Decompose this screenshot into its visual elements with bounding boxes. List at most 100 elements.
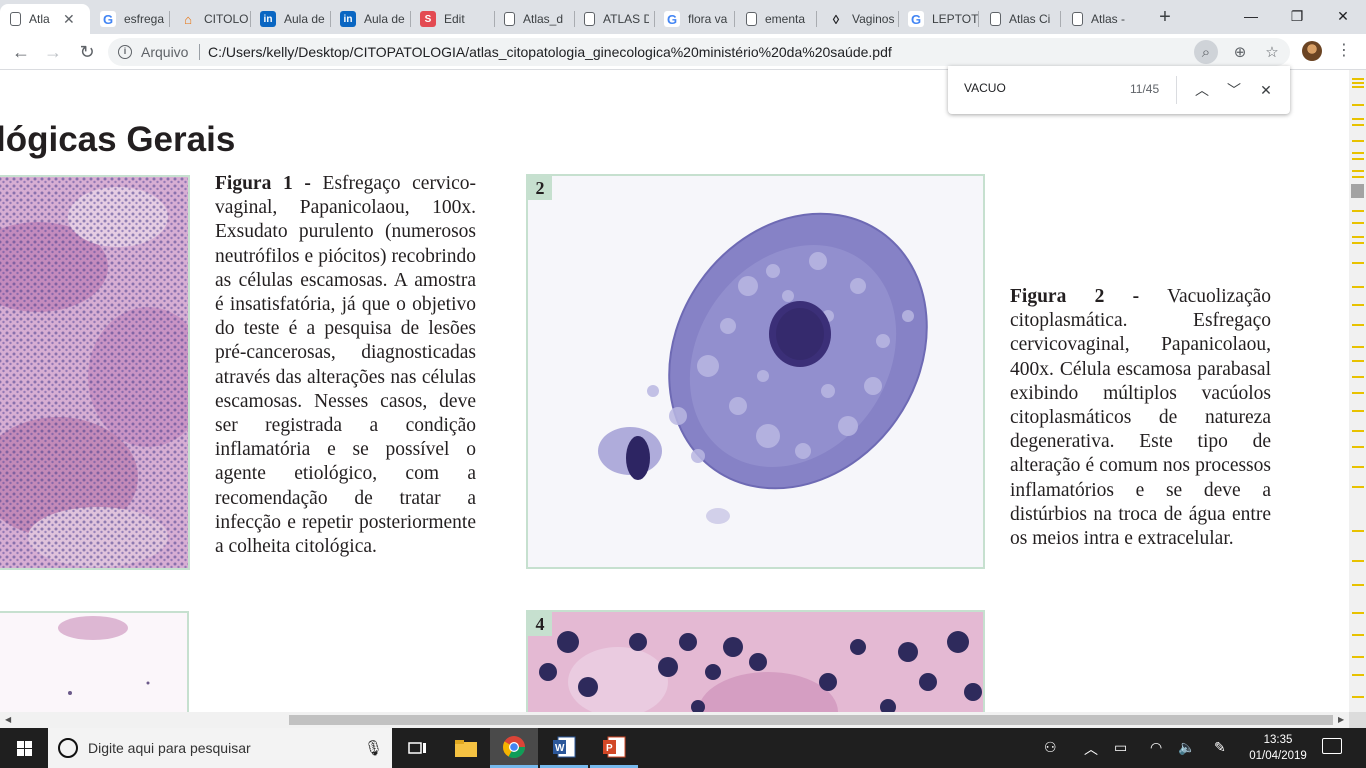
google-icon: G xyxy=(100,11,116,27)
close-window-button[interactable]: ✕ xyxy=(1320,0,1366,32)
find-input[interactable]: VACUO xyxy=(964,81,1006,95)
tab-aula-de-2[interactable]: in Aula de xyxy=(330,4,410,34)
pdf-viewport[interactable]: lógicas Gerais Figura 1 - Esfregaço cerv… xyxy=(0,70,1349,712)
pdf-file-icon xyxy=(746,12,757,26)
info-icon[interactable]: i xyxy=(118,45,132,59)
forward-button[interactable]: → xyxy=(40,39,66,65)
task-view-button[interactable] xyxy=(394,728,442,768)
page-title: lógicas Gerais xyxy=(0,120,236,159)
tab-citolo[interactable]: ⌂ CITOLO xyxy=(170,4,250,34)
people-icon[interactable]: ⚇ xyxy=(1044,739,1057,756)
tab-atlas-ci[interactable]: Atlas Ci xyxy=(980,4,1060,34)
clock-date: 01/04/2019 xyxy=(1249,750,1307,762)
tab-label: Atlas_d xyxy=(523,12,564,26)
windows-taskbar: Digite aqui para pesquisar 🎙 W P ⚇ ︿ ▭ ◠… xyxy=(0,728,1366,768)
reload-button[interactable]: ↻ xyxy=(74,39,100,65)
figure-2-image: 2 xyxy=(526,174,985,569)
wifi-icon[interactable]: ◠ xyxy=(1150,739,1162,756)
find-match-count: 11/45 xyxy=(1130,82,1160,96)
tab-label: Aula de xyxy=(364,12,405,26)
address-bar[interactable]: i Arquivo C:/Users/kelly/Desktop/CITOPAT… xyxy=(108,38,1290,66)
avatar[interactable] xyxy=(1302,41,1322,61)
tab-leptot[interactable]: G LEPTOT xyxy=(898,4,978,34)
scheme-label: Arquivo xyxy=(141,44,189,60)
tab-esfrega[interactable]: G esfrega xyxy=(90,4,168,34)
tab-label: Aula de xyxy=(284,12,325,26)
horizontal-scroll-thumb[interactable] xyxy=(289,715,1333,725)
tab-label: Atlas Ci xyxy=(1009,12,1051,26)
figure-1-image xyxy=(0,175,190,570)
tab-label: Edit xyxy=(444,12,465,26)
taskbar-search[interactable]: Digite aqui para pesquisar 🎙 xyxy=(48,728,392,768)
figure-2-micrograph xyxy=(528,176,983,567)
pen-icon[interactable]: ✎ xyxy=(1214,739,1226,756)
figure-4-micrograph xyxy=(528,612,983,712)
figure-1-label: Figura 1 - xyxy=(215,173,311,194)
battery-icon[interactable]: ▭ xyxy=(1114,739,1127,756)
folder-icon xyxy=(455,740,477,757)
word-icon: W xyxy=(553,736,576,757)
find-close-button[interactable]: ✕ xyxy=(1254,78,1278,102)
chevron-up-icon[interactable]: ︿ xyxy=(1084,739,1098,759)
find-previous-button[interactable]: ︿ xyxy=(1190,78,1214,102)
tab-strip: Atla ✕ G esfrega ⌂ CITOLO in Aula de in … xyxy=(0,0,1366,34)
figure-2-caption: Figura 2 - Vacuolização citoplasmática. … xyxy=(1010,285,1271,551)
drop-icon: ◊ xyxy=(832,11,840,27)
notification-icon[interactable] xyxy=(1322,738,1342,754)
figure-1-caption: Figura 1 - Esfregaço cervico-vaginal, Pa… xyxy=(215,172,476,559)
tab-atlas-d-2[interactable]: ATLAS D xyxy=(574,4,654,34)
vertical-scrollbar[interactable] xyxy=(1349,70,1366,712)
start-button[interactable] xyxy=(0,728,48,768)
find-icon[interactable]: ⌕ xyxy=(1194,40,1218,64)
microphone-icon[interactable]: 🎙 xyxy=(364,739,383,757)
figure-1-micrograph xyxy=(0,177,188,568)
figure-2-label: Figura 2 - xyxy=(1010,286,1140,307)
figure-3-image xyxy=(0,611,189,712)
clock[interactable]: 13:35 01/04/2019 xyxy=(1248,732,1308,764)
browser-toolbar: ← → ↻ i Arquivo C:/Users/kelly/Desktop/C… xyxy=(0,34,1366,70)
find-bar: VACUO 11/45 ︿ ﹀ ✕ xyxy=(948,66,1290,114)
powerpoint-button[interactable]: P xyxy=(590,728,638,768)
figure-1-text: Esfregaço cervico-vaginal, Papanicolaou,… xyxy=(215,173,477,558)
chrome-icon xyxy=(503,735,525,758)
tab-flora-va[interactable]: G flora va xyxy=(654,4,734,34)
find-next-button[interactable]: ﹀ xyxy=(1222,78,1246,102)
tab-ementa[interactable]: ementa xyxy=(736,4,816,34)
word-button[interactable]: W xyxy=(540,728,588,768)
bookmark-star-icon[interactable]: ☆ xyxy=(1260,40,1284,64)
volume-icon[interactable]: 🔈 xyxy=(1178,739,1195,756)
scroll-left-arrow[interactable]: ◀ xyxy=(5,715,11,724)
cortana-icon xyxy=(58,738,78,758)
google-icon: G xyxy=(908,11,924,27)
pdf-file-icon xyxy=(990,12,1001,26)
tab-label: Atlas - xyxy=(1091,12,1126,26)
figure-2-number: 2 xyxy=(528,176,552,200)
close-icon[interactable]: ✕ xyxy=(63,11,75,28)
pdf-file-icon xyxy=(584,12,595,26)
minimize-button[interactable]: ― xyxy=(1228,0,1274,32)
url-text[interactable]: C:/Users/kelly/Desktop/CITOPATOLOGIA/atl… xyxy=(208,44,892,60)
tab-label: CITOLO xyxy=(204,12,249,26)
zoom-icon[interactable]: ⊕ xyxy=(1228,40,1252,64)
search-placeholder: Digite aqui para pesquisar xyxy=(88,740,251,756)
pdf-file-icon xyxy=(504,12,515,26)
powerpoint-icon: P xyxy=(603,736,626,757)
menu-icon[interactable]: ⋮ xyxy=(1336,40,1352,64)
tab-atla[interactable]: Atla ✕ xyxy=(0,4,90,34)
figure-4-number: 4 xyxy=(528,612,552,636)
file-explorer-button[interactable] xyxy=(442,728,490,768)
new-tab-button[interactable]: + xyxy=(1154,6,1176,28)
tab-aula-de-1[interactable]: in Aula de xyxy=(250,4,330,34)
vertical-scroll-thumb[interactable] xyxy=(1351,184,1364,198)
scroll-right-arrow[interactable]: ▶ xyxy=(1338,715,1344,724)
tab-atlas[interactable]: Atlas - xyxy=(1062,4,1142,34)
back-button[interactable]: ← xyxy=(8,39,34,65)
tab-atlas-d-1[interactable]: Atlas_d xyxy=(494,4,574,34)
linkedin-icon: in xyxy=(260,11,276,27)
maximize-button[interactable]: ❐ xyxy=(1274,0,1320,32)
tab-edit[interactable]: S Edit xyxy=(410,4,494,34)
tab-vaginos[interactable]: ◊ Vaginos xyxy=(818,4,898,34)
figure-3-micrograph xyxy=(0,613,187,712)
hat-icon: ⌂ xyxy=(184,11,192,27)
chrome-button[interactable] xyxy=(490,728,538,768)
